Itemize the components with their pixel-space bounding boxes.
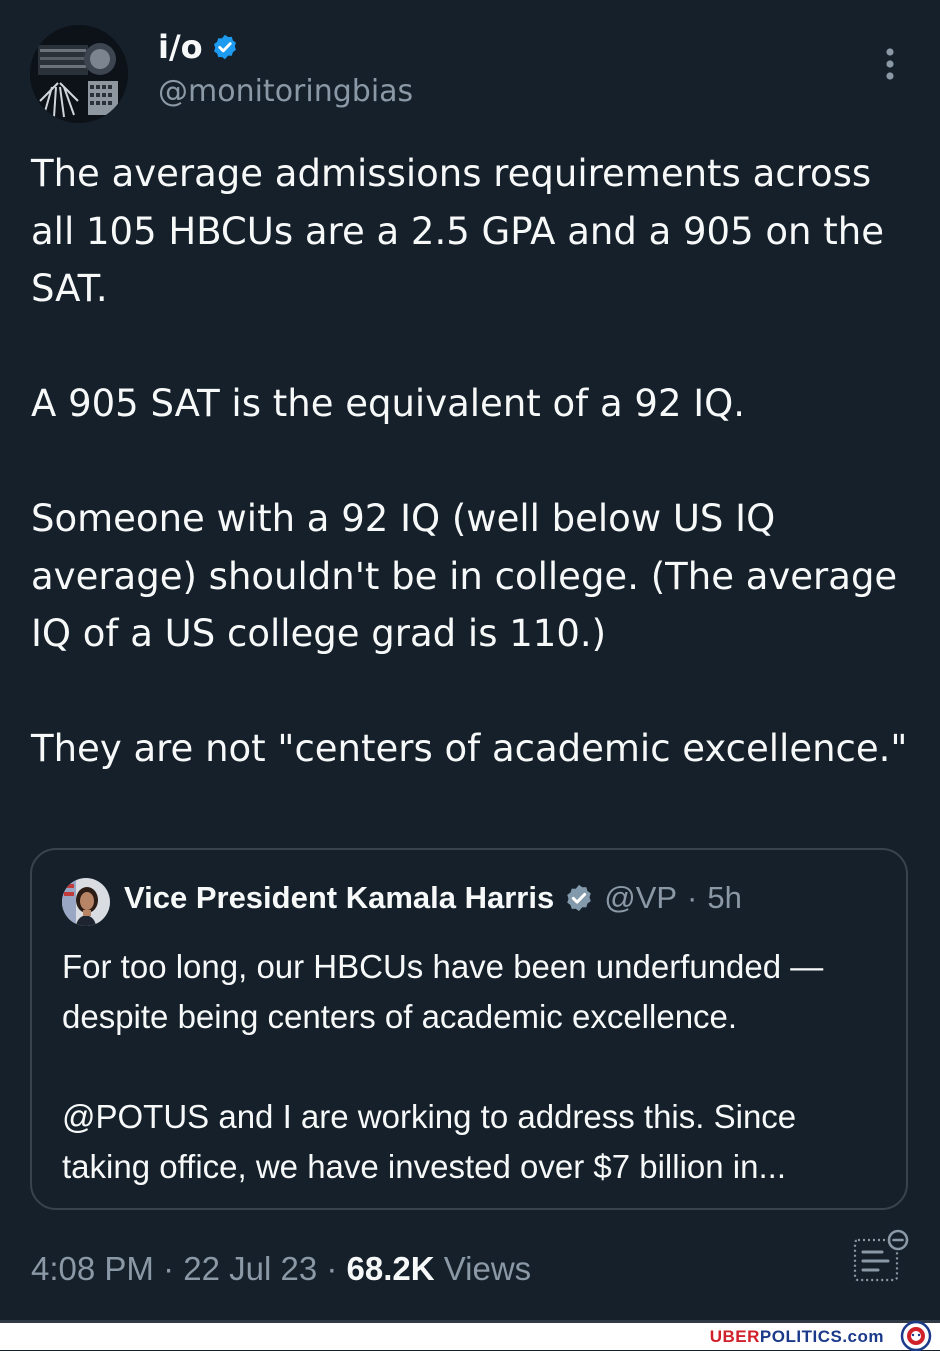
author-handle[interactable]: @monitoringbias — [158, 74, 413, 109]
tweet-paragraph: Someone with a 92 IQ (well below US IQ a… — [31, 497, 898, 655]
tweet-paragraph: The average admissions requirements acro… — [31, 152, 884, 310]
gray-verified-badge-icon[interactable] — [564, 883, 594, 913]
watermark-text: UBERPOLITICS.com — [710, 1327, 884, 1347]
tweet-paragraph: A 905 SAT is the equivalent of a 92 IQ. — [31, 382, 746, 425]
tweet-card: i/o @monitoringbias The average admissio… — [0, 0, 940, 1320]
more-vertical-icon[interactable] — [872, 44, 908, 84]
quoted-author-avatar[interactable] — [62, 878, 110, 926]
quoted-text: For too long, our HBCUs have been underf… — [62, 942, 892, 1192]
author-avatar-image — [30, 25, 128, 123]
author-avatar[interactable] — [30, 25, 128, 123]
watermark-logo-icon — [900, 1320, 932, 1351]
views-count: 68.2K — [346, 1250, 435, 1287]
quoted-age[interactable]: 5h — [707, 880, 741, 916]
tweet-time[interactable]: 4:08 PM — [31, 1250, 154, 1287]
author-name-row[interactable]: i/o — [158, 28, 239, 66]
tweet-text: The average admissions requirements acro… — [31, 145, 911, 778]
meta-separator: · — [153, 1250, 184, 1287]
verified-badge-icon[interactable] — [211, 33, 239, 61]
watermark-bar: UBERPOLITICS.com — [0, 1320, 940, 1351]
quoted-display-name[interactable]: Vice President Kamala Harris — [124, 880, 554, 916]
quoted-paragraph: For too long, our HBCUs have been underf… — [62, 948, 824, 1035]
watermark-part-2: POLITICS.com — [759, 1327, 884, 1346]
quoted-paragraph: @POTUS and I are working to address this… — [62, 1098, 797, 1185]
quoted-header[interactable]: Vice President Kamala Harris @VP · 5h — [124, 880, 742, 916]
quoted-author-avatar-image — [62, 878, 110, 926]
quoted-tweet[interactable]: Vice President Kamala Harris @VP · 5h Fo… — [30, 848, 908, 1210]
tweet-paragraph: They are not "centers of academic excell… — [31, 727, 908, 770]
quoted-separator: · — [687, 880, 698, 915]
author-display-name[interactable]: i/o — [158, 28, 203, 66]
meta-separator: · — [317, 1250, 347, 1287]
tweet-date[interactable]: 22 Jul 23 — [183, 1250, 317, 1287]
tweet-meta: 4:08 PM · 22 Jul 23 · 68.2K Views — [31, 1250, 531, 1288]
quoted-handle[interactable]: @VP — [604, 880, 677, 916]
watermark-part-1: UBER — [709, 1327, 760, 1346]
views-label: Views — [434, 1250, 532, 1287]
post-analytics-icon[interactable] — [852, 1228, 910, 1284]
